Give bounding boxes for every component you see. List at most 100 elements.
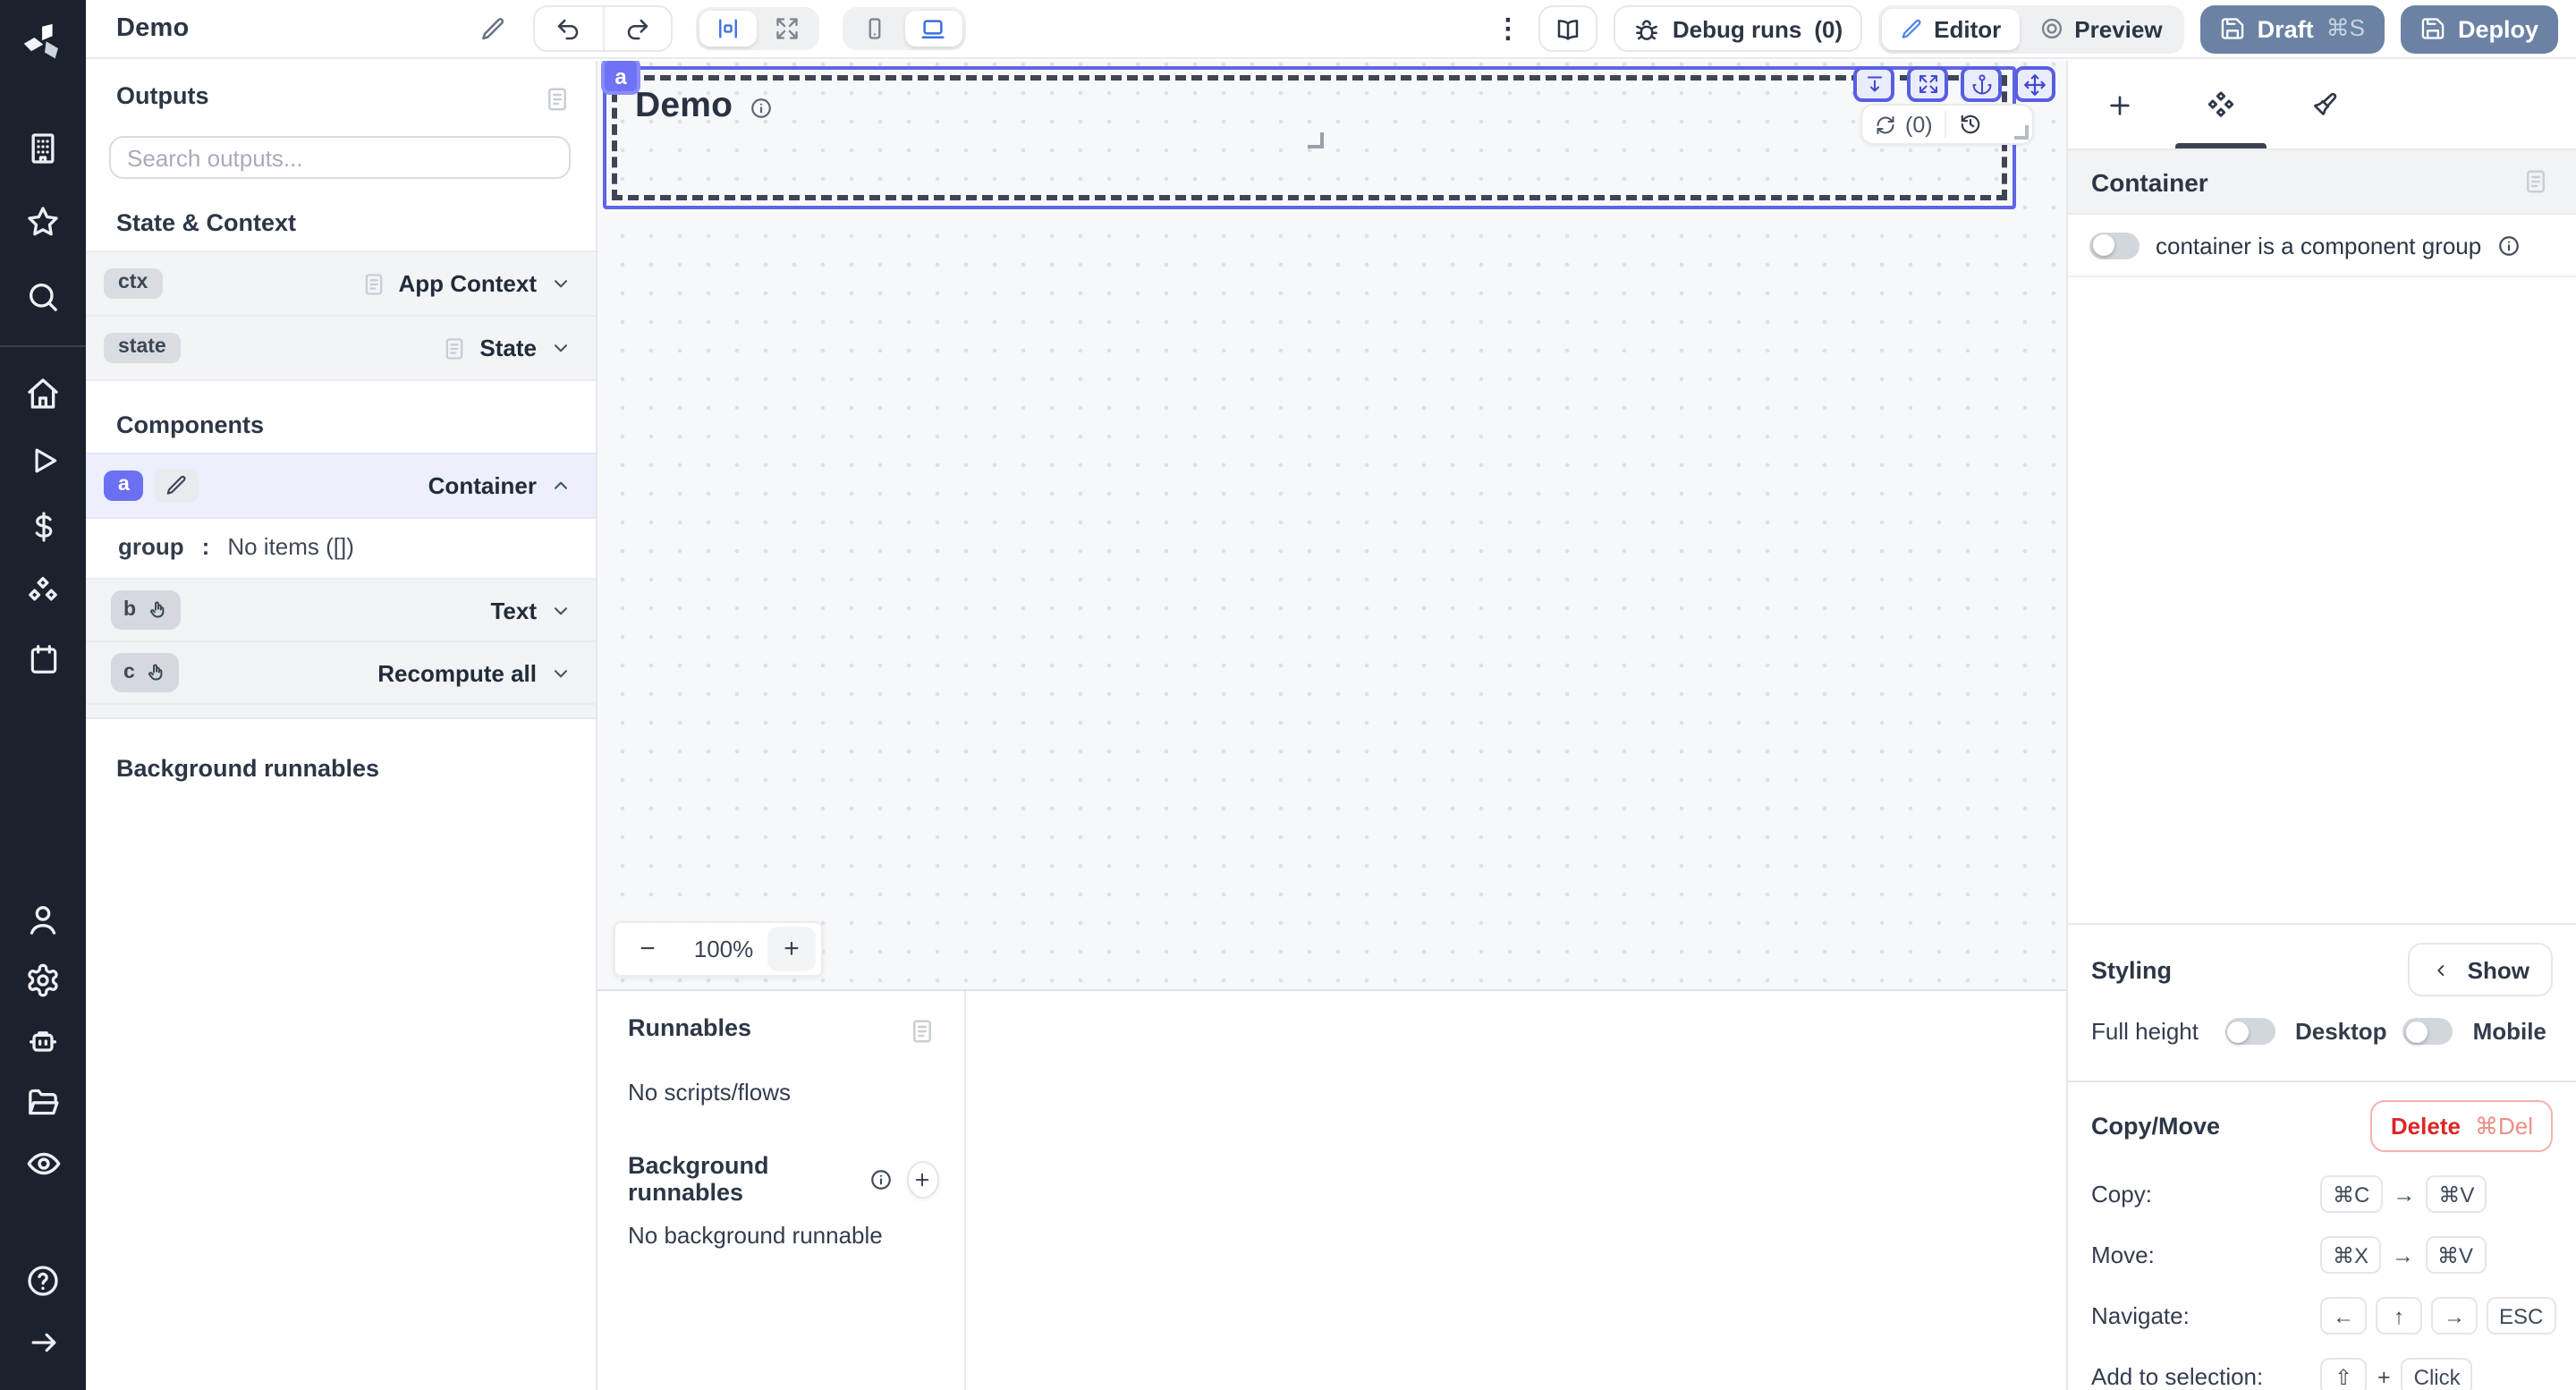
output-row-state[interactable]: state State xyxy=(86,315,596,379)
outputs-docs-icon[interactable] xyxy=(540,82,574,116)
collapse-sidebar-arrow-icon[interactable] xyxy=(0,1311,86,1372)
undo-button[interactable] xyxy=(534,7,602,50)
styling-show-button[interactable]: Show xyxy=(2409,943,2553,996)
container-group-row: group : No items ([]) xyxy=(86,519,596,578)
state-context-heading: State & Context xyxy=(116,209,596,236)
chevron-down-icon[interactable] xyxy=(549,336,572,360)
home-icon[interactable] xyxy=(0,363,86,424)
zoom-control: − 100% + xyxy=(614,921,823,977)
full-width-icon[interactable] xyxy=(758,11,815,47)
windmill-logo[interactable] xyxy=(0,11,86,72)
debug-runs-count: (0) xyxy=(1814,15,1843,42)
runs-icon[interactable] xyxy=(0,429,86,490)
chevron-down-icon[interactable] xyxy=(549,272,572,295)
mobile-label: Mobile xyxy=(2473,1018,2546,1045)
ctx-badge: ctx xyxy=(104,268,162,300)
audit-eye-icon[interactable] xyxy=(0,1132,86,1193)
background-runnables-heading: Background runnables xyxy=(116,755,596,782)
component-group-toggle[interactable] xyxy=(2089,232,2140,259)
workspace-icon[interactable] xyxy=(0,118,86,179)
shortcut-row-copy: Copy: ⌘C → ⌘V xyxy=(2091,1175,2553,1213)
info-icon xyxy=(869,1167,892,1191)
output-row-ctx[interactable]: ctx App Context xyxy=(86,250,596,315)
search-icon[interactable] xyxy=(0,267,86,327)
delete-button[interactable]: Delete ⌘Del xyxy=(2371,1100,2553,1152)
divider xyxy=(1945,111,1947,138)
state-type-label: State xyxy=(479,335,537,361)
component-row-text[interactable]: b Text xyxy=(86,580,596,642)
folders-icon[interactable] xyxy=(0,1072,86,1132)
refresh-icon[interactable] xyxy=(1875,114,1896,135)
canvas-width-toggle xyxy=(695,7,818,50)
tab-components-icon[interactable] xyxy=(2170,61,2272,148)
draft-save-button[interactable]: Draft ⌘S xyxy=(2200,4,2385,53)
copy-move-section: Copy/Move Delete ⌘Del Copy: ⌘C → ⌘V Move… xyxy=(2068,1081,2576,1390)
insert-below-icon[interactable] xyxy=(1853,66,1894,102)
resize-handle[interactable] xyxy=(1308,132,1324,148)
rail-divider xyxy=(0,345,86,347)
full-height-desktop-toggle[interactable] xyxy=(2225,1018,2275,1045)
app-canvas[interactable]: a Demo (0) − 100% + xyxy=(597,61,2066,989)
users-icon[interactable] xyxy=(0,889,86,950)
docs-book-icon[interactable] xyxy=(1538,5,1597,52)
kbd-copy: ⌘C xyxy=(2320,1175,2382,1213)
full-height-mobile-toggle[interactable] xyxy=(2403,1018,2453,1045)
chevron-down-icon[interactable] xyxy=(549,661,572,684)
component-row-recompute[interactable]: c Recompute all xyxy=(86,642,596,705)
zoom-out-button[interactable]: − xyxy=(615,932,680,966)
resize-grip[interactable] xyxy=(2014,125,2029,140)
selection-id-badge[interactable]: a xyxy=(601,61,640,95)
zoom-level: 100% xyxy=(680,936,767,962)
expand-icon[interactable] xyxy=(1907,66,1948,102)
copy-move-heading: Copy/Move xyxy=(2091,1113,2220,1140)
hand-pointer-icon xyxy=(146,662,167,683)
settings-gear-icon[interactable] xyxy=(0,950,86,1011)
debug-runs-button[interactable]: Debug runs (0) xyxy=(1614,5,1862,52)
schedules-icon[interactable] xyxy=(0,628,86,689)
ai-bot-icon[interactable] xyxy=(0,1011,86,1072)
variables-icon[interactable] xyxy=(0,496,86,556)
chevron-down-icon[interactable] xyxy=(549,598,572,622)
tab-preview[interactable]: Preview xyxy=(2021,8,2180,49)
text-component[interactable]: Demo xyxy=(635,86,772,127)
kbd-esc: ESC xyxy=(2487,1297,2555,1335)
deploy-label: Deploy xyxy=(2458,15,2538,42)
container-id-badge: a xyxy=(104,470,144,502)
tab-insert-plus-icon[interactable] xyxy=(2068,61,2170,148)
move-icon[interactable] xyxy=(2014,66,2055,102)
debug-runs-label: Debug runs xyxy=(1673,15,1801,42)
inspector-title: Container xyxy=(2091,167,2208,196)
tab-editor[interactable]: Editor xyxy=(1882,8,2019,49)
kbd-up: ↑ xyxy=(2376,1297,2422,1335)
add-background-runnable-button[interactable] xyxy=(906,1160,939,1198)
chevron-up-icon[interactable] xyxy=(549,474,572,497)
state-doc-icon[interactable] xyxy=(442,335,467,360)
kbd-shift: ⇧ xyxy=(2320,1358,2367,1390)
edit-id-pencil-icon[interactable] xyxy=(155,469,199,503)
anchor-icon[interactable] xyxy=(1961,66,2002,102)
history-icon[interactable] xyxy=(1960,113,1983,136)
kebab-menu-icon[interactable]: ⋮ xyxy=(1494,9,1522,48)
favorites-icon[interactable] xyxy=(0,191,86,252)
text-type-label: Text xyxy=(490,597,537,623)
mobile-view-icon[interactable] xyxy=(845,11,902,47)
resources-icon[interactable] xyxy=(0,562,86,623)
component-row-container[interactable]: a Container xyxy=(86,453,596,519)
desktop-view-icon[interactable] xyxy=(904,11,962,47)
runnables-panel: Runnables No scripts/flows Background ru… xyxy=(597,989,2066,1390)
kbd-paste: ⌘V xyxy=(2426,1175,2487,1213)
help-icon[interactable] xyxy=(0,1250,86,1311)
zoom-in-button[interactable]: + xyxy=(767,927,816,971)
tab-styling-brush-icon[interactable] xyxy=(2272,61,2374,148)
runnables-docs-icon[interactable] xyxy=(905,1014,939,1048)
inspector-docs-icon[interactable] xyxy=(2519,165,2553,199)
outputs-panel: Outputs State & Context ctx App Context … xyxy=(86,61,597,1390)
rename-pencil-icon[interactable] xyxy=(475,12,509,46)
search-outputs-input[interactable] xyxy=(109,136,571,179)
centered-layout-icon[interactable] xyxy=(699,11,756,47)
deploy-button[interactable]: Deploy xyxy=(2401,4,2558,53)
redo-button[interactable] xyxy=(602,7,670,50)
selected-container[interactable]: a Demo xyxy=(612,75,2007,200)
selection-controls xyxy=(1853,66,2055,102)
ctx-doc-icon[interactable] xyxy=(360,271,386,296)
